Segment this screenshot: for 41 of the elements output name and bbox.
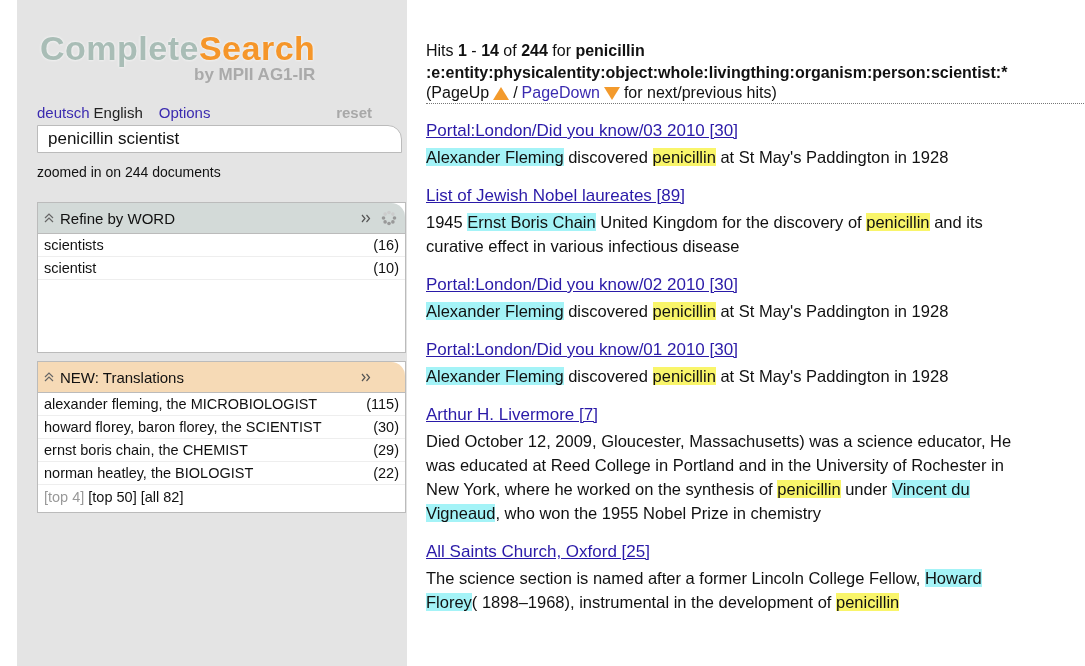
result-snippet: Alexander Fleming discovered penicillin at St May's Paddington in 1928 <box>426 301 950 322</box>
down-triangle-icon <box>603 86 620 100</box>
paging-hint: for next/previous hits) <box>623 84 777 102</box>
logo-byline: by MPII AG1-IR <box>194 66 316 84</box>
double-chevron-icon[interactable] <box>361 372 371 382</box>
facet-item[interactable]: scientist (10) <box>38 257 405 280</box>
collapse-icon[interactable] <box>44 372 54 382</box>
limit-link[interactable]: [all 82] <box>140 489 184 505</box>
facet-item[interactable]: howard florey, baron florey, the SCIENTIST (30) <box>38 416 405 439</box>
result-title-link[interactable]: Portal:London/Did you know/01 2010 [30] <box>426 340 738 360</box>
panel-header[interactable]: NEW: Translations <box>38 362 405 393</box>
search-field[interactable]: penicillin scientist <box>37 125 402 153</box>
result-title-link[interactable]: List of Jewish Nobel laureates [89] <box>426 186 685 206</box>
panel-header[interactable]: Refine by WORD <box>38 203 405 234</box>
collapse-icon[interactable] <box>44 213 54 223</box>
result-title-link[interactable]: Portal:London/Did you know/02 2010 [30] <box>426 275 738 295</box>
result-snippet: Alexander Fleming discovered penicillin at St May's Paddington in 1928 <box>426 147 950 168</box>
facet-item[interactable]: ernst boris chain, the CHEMIST (29) <box>38 439 405 462</box>
facet-item[interactable]: alexander fleming, the MICROBIOLOGIST (115) <box>38 393 405 416</box>
facet-item[interactable]: norman heatley, the BIOLOGIST (22) <box>38 462 405 485</box>
result-snippet: The science section is named after a former Lincoln College Fellow, Howard Florey( 1898–1968), instrumental in the development of penicillin <box>426 568 983 613</box>
language-link[interactable]: deutsch <box>37 104 90 121</box>
result-snippet: Alexander Fleming discovered penicillin at St May's Paddington in 1928 <box>426 366 950 387</box>
result-snippet: Died October 12, 2009, Gloucester, Massachusetts) was a science educator, He was educated at Reed College in Portland and in the University of Rochester in New York, where he worked on the synthesis of penicillin under Vincent du Vigneaud, who won the 1955 Nobel Prize in chemistry <box>426 431 1013 524</box>
result-snippet: 1945 Ernst Boris Chain United Kingdom for the discovery of penicillin and its curative effect in various infectious disease <box>426 212 984 257</box>
options-link[interactable]: Options <box>158 104 211 121</box>
zoom-status: zoomed in on 244 documents <box>37 164 221 180</box>
limit-link[interactable]: [top 50] <box>88 489 137 505</box>
result-title-link[interactable]: Arthur H. Livermore [7] <box>426 405 598 425</box>
panel-title: NEW: Translations <box>60 368 184 386</box>
language-link[interactable]: English <box>93 104 143 121</box>
facet-item[interactable]: scientists (16) <box>38 234 405 257</box>
page-down-link[interactable]: PageDown <box>521 84 600 102</box>
logo-wordmark: CompleteSearch <box>40 30 316 66</box>
double-chevron-icon[interactable] <box>361 213 371 223</box>
result-title-link[interactable]: All Saints Church, Oxford [25] <box>426 542 650 562</box>
paging-hint: (PageUp <box>426 84 490 102</box>
paging-hint: / <box>513 84 518 102</box>
up-triangle-icon <box>493 86 510 100</box>
panel-title: Refine by WORD <box>60 209 176 227</box>
result-title-link[interactable]: Portal:London/Did you know/03 2010 [30] <box>426 121 738 141</box>
